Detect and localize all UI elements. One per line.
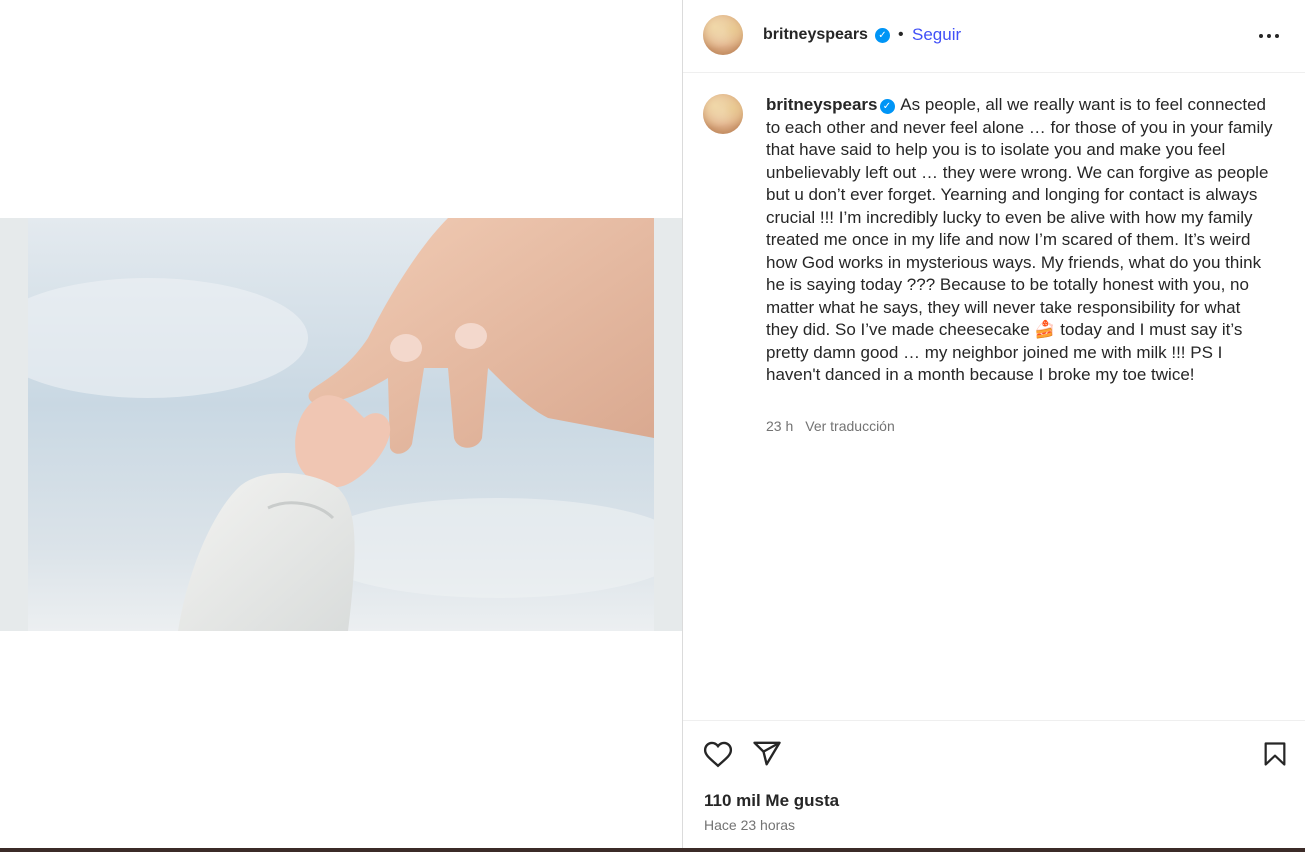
heart-icon[interactable]: [703, 739, 733, 769]
actions-divider: [683, 720, 1305, 721]
bottom-edge-strip: [0, 848, 1305, 852]
post-side-panel: britneyspears ✓ • Seguir britneyspears ✓ …: [683, 0, 1305, 848]
header-separator: •: [898, 26, 904, 43]
paper-plane-icon[interactable]: [752, 739, 782, 769]
follow-button[interactable]: Seguir: [912, 25, 961, 45]
caption-age: 23 h: [766, 418, 794, 434]
post-image-frame: [0, 218, 682, 631]
caption-text: As people, all we really want is to feel…: [766, 95, 1273, 384]
post-timestamp[interactable]: Hace 23 horas: [704, 817, 795, 833]
bookmark-icon[interactable]: [1261, 739, 1289, 769]
post-media-pane: [0, 0, 682, 848]
see-translation-link[interactable]: Ver traducción: [805, 418, 895, 434]
baby-hand-photo: [28, 218, 654, 631]
caption-author-avatar[interactable]: [703, 94, 743, 134]
verified-badge-icon: ✓: [875, 28, 890, 43]
caption-meta: 23 h Ver traducción: [766, 418, 895, 434]
caption-author-username[interactable]: britneyspears: [766, 95, 878, 114]
verified-badge-icon: ✓: [879, 99, 895, 114]
post-caption: britneyspears ✓ As people, all we really …: [766, 94, 1274, 387]
author-username[interactable]: britneyspears: [763, 26, 868, 44]
post-header: britneyspears ✓ • Seguir: [683, 0, 1305, 73]
author-avatar[interactable]: [703, 15, 743, 55]
likes-count[interactable]: 110 mil Me gusta: [704, 791, 839, 811]
post-image-baby-hand[interactable]: [28, 218, 654, 631]
more-horizontal-icon[interactable]: [1259, 26, 1283, 46]
